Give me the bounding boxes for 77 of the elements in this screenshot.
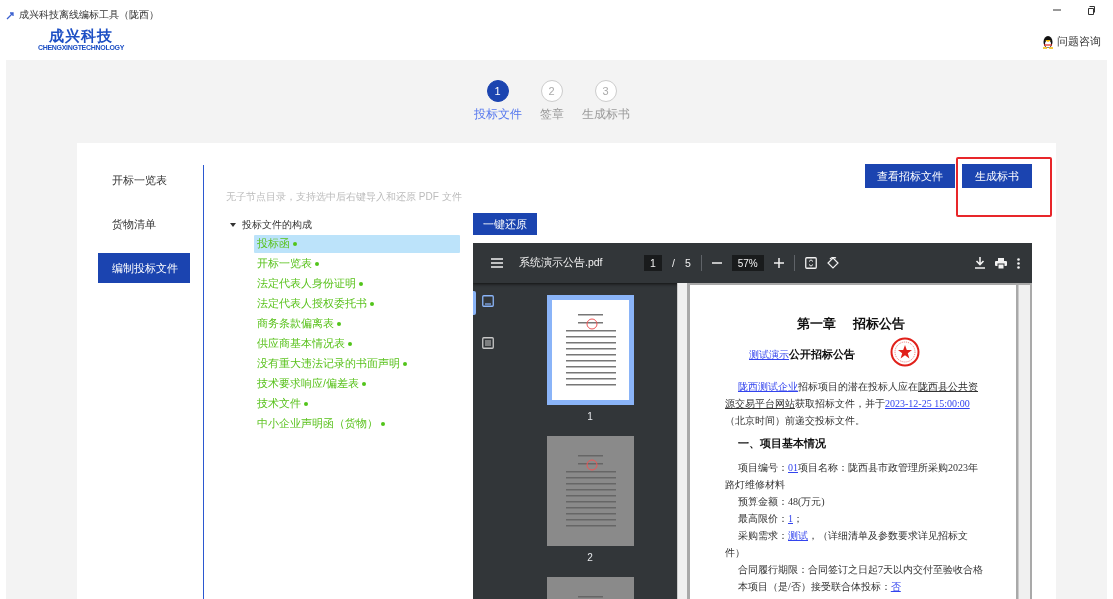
status-dot-icon — [370, 302, 374, 306]
menu-icon[interactable] — [491, 258, 503, 268]
step-number: 1 — [486, 80, 509, 102]
download-icon[interactable] — [975, 257, 985, 269]
page-label: 1 — [587, 411, 593, 422]
outline-view-icon[interactable] — [482, 337, 494, 349]
restore-icon[interactable] — [1087, 6, 1095, 15]
page-total: 5 — [684, 257, 691, 269]
page-thumbnail[interactable] — [546, 295, 634, 405]
document-heading: 第一章 招标公告 — [796, 315, 906, 333]
tree-label: 投标文件的构成 — [242, 218, 312, 232]
document-subtitle: 测试演示公开招标公告 — [748, 347, 856, 362]
zoom-in-icon[interactable] — [773, 258, 784, 268]
step-number: 2 — [540, 80, 563, 102]
restore-button[interactable]: 一键还原 — [473, 213, 537, 235]
penguin-icon — [1042, 34, 1054, 49]
document-paragraph: 预算金额：48(万元) — [737, 495, 826, 509]
thumbnail-view-icon[interactable] — [482, 295, 494, 307]
tree-node[interactable]: 投标文件的构成 — [226, 216, 460, 234]
step-label: 签章 — [539, 106, 564, 123]
page-thumbnail[interactable] — [546, 436, 634, 546]
document-paragraph: 采购需求：测试，（详细清单及参数要求详见招标文件） — [725, 529, 969, 560]
page-number-field[interactable]: 1 — [644, 255, 662, 271]
status-dot-icon — [293, 242, 297, 246]
minimize-icon[interactable] — [1053, 6, 1061, 14]
status-dot-icon — [337, 322, 341, 326]
tree-item[interactable]: 商务条款偏离表 — [254, 315, 460, 333]
section-heading: 一、项目基本情况 — [738, 437, 827, 451]
status-dot-icon — [381, 422, 385, 426]
step-tab[interactable]: 3 生成标书 — [581, 80, 630, 143]
step-tab[interactable]: 2 签章 — [539, 80, 564, 143]
seal-stamp-icon — [890, 337, 920, 367]
sidebar-item[interactable]: 编制投标文件 — [98, 253, 190, 283]
scrollbar[interactable] — [1018, 285, 1030, 599]
document-paragraph: 合同履行期限：合同签订之日起7天以内交付至验收合格 — [737, 563, 984, 577]
tree-item[interactable]: 开标一览表 — [254, 255, 460, 273]
help-link[interactable]: 问题咨询 — [1057, 34, 1101, 49]
caret-icon — [230, 223, 236, 227]
more-icon[interactable] — [1017, 257, 1020, 269]
scrollbar[interactable] — [677, 283, 687, 599]
document-paragraph: 本项目（是/否）接受联合体投标：否 — [737, 580, 902, 594]
rotate-icon[interactable] — [826, 257, 839, 269]
zoom-field[interactable]: 57% — [731, 255, 764, 271]
tree-item[interactable]: 技术文件 — [254, 395, 460, 413]
file-name: 系统演示公告.pdf — [519, 256, 604, 270]
print-icon[interactable] — [995, 257, 1007, 269]
page-label: 2 — [587, 552, 593, 563]
window-title: 成兴科技离线编标工具（陇西） — [19, 8, 159, 22]
page-separator: / — [672, 257, 675, 269]
action-button[interactable]: 生成标书 — [962, 164, 1032, 188]
fit-page-icon[interactable] — [804, 257, 817, 269]
document-paragraph: 最高限价：1； — [737, 512, 804, 526]
step-number: 3 — [594, 80, 617, 102]
status-dot-icon — [304, 402, 308, 406]
tree-item[interactable]: 法定代表人授权委托书 — [254, 295, 460, 313]
hint-text: 无子节点目录，支持选中后右键导入和还原 PDF 文件 — [226, 190, 463, 204]
logo-name: 成兴科技 — [49, 28, 113, 44]
document-paragraph: 项目编号：01项目名称：陇西县市政管理所采购2023年路灯维修材料 — [725, 461, 979, 492]
tree-item[interactable]: 技术要求响应/偏差表 — [254, 375, 460, 393]
tree-item[interactable]: 法定代表人身份证明 — [254, 275, 460, 293]
tree-item[interactable]: 投标函 — [254, 235, 460, 253]
status-dot-icon — [361, 382, 366, 386]
status-dot-icon — [348, 342, 352, 346]
sidebar-item[interactable]: 货物清单 — [98, 209, 190, 239]
document-paragraph: 陇西测试企业招标项目的潜在投标人应在陇西县公共资源交易平台网站获取招标文件，并于2023-12-25 15:00:00 （北京时间）前递交投标文件。 — [725, 380, 979, 428]
action-button[interactable]: 查看招标文件 — [865, 164, 955, 188]
step-label: 生成标书 — [581, 106, 630, 123]
step-label: 投标文件 — [473, 106, 522, 123]
status-dot-icon — [315, 262, 319, 266]
tree-item[interactable]: 中小企业声明函（货物） — [254, 415, 460, 433]
status-dot-icon — [403, 362, 407, 366]
tree-item[interactable]: 没有重大违法记录的书面声明 — [254, 355, 460, 373]
status-dot-icon — [359, 282, 363, 286]
sidebar-item[interactable]: 开标一览表 — [98, 165, 190, 195]
app-icon — [6, 10, 15, 20]
step-tab[interactable]: 1 投标文件 — [473, 80, 522, 143]
tree-item[interactable]: 供应商基本情况表 — [254, 335, 460, 353]
